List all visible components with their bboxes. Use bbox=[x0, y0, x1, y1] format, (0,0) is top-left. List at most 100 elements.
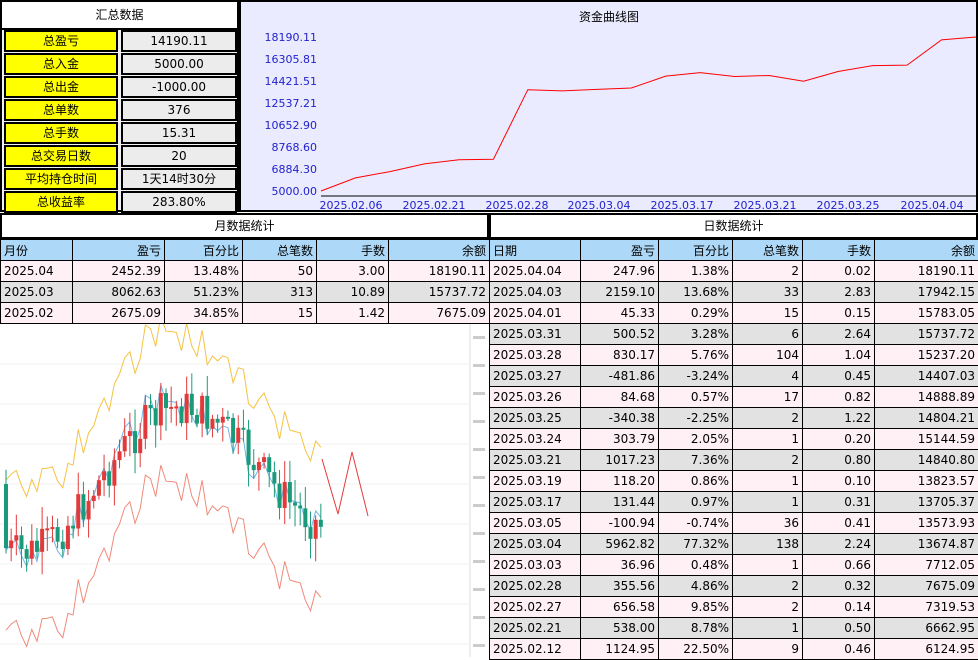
daily-cell: 2025.04.04 bbox=[490, 261, 581, 282]
table-row[interactable]: 2025.04.04247.961.38%20.0218190.11 bbox=[490, 261, 978, 282]
x-tick-label: 2025.03.21 bbox=[734, 199, 797, 210]
monthly-header-cell[interactable]: 盈亏 bbox=[73, 240, 165, 261]
candle-body bbox=[195, 415, 199, 423]
table-row[interactable]: 2025.03.28830.175.76%1041.0415237.20 bbox=[490, 345, 978, 366]
candle-body bbox=[185, 394, 189, 423]
daily-cell: 2025.03.05 bbox=[490, 513, 581, 534]
candle-body bbox=[133, 431, 137, 453]
y-tick-label: 12537.21 bbox=[265, 97, 318, 110]
monthly-header-cell[interactable]: 月份 bbox=[1, 240, 73, 261]
price-tick-mark bbox=[473, 532, 485, 535]
table-row[interactable]: 2025.04.0145.330.29%150.1515783.05 bbox=[490, 303, 978, 324]
candle-body bbox=[45, 528, 49, 530]
candle-body bbox=[190, 394, 194, 415]
daily-cell: 13.68% bbox=[659, 282, 733, 303]
monthly-cell: 10.89 bbox=[317, 282, 389, 303]
table-row[interactable]: 2025.02.27656.589.85%20.147319.53 bbox=[490, 597, 978, 618]
price-tick-mark bbox=[473, 476, 485, 479]
candle-body bbox=[314, 520, 318, 539]
candle-body bbox=[149, 405, 153, 408]
monthly-title: 月数据统计 bbox=[0, 213, 489, 239]
daily-cell: 2 bbox=[733, 261, 803, 282]
summary-label: 总入金 bbox=[4, 53, 118, 75]
candle-body bbox=[154, 408, 158, 425]
table-row[interactable]: 2025.03.24303.792.05%10.2015144.59 bbox=[490, 429, 978, 450]
candle-body bbox=[81, 494, 85, 519]
candle-body bbox=[66, 526, 70, 549]
daily-cell: 0.10 bbox=[803, 471, 875, 492]
daily-header-cell[interactable]: 盈亏 bbox=[581, 240, 659, 261]
candle-body bbox=[179, 406, 183, 423]
daily-cell: 4 bbox=[733, 366, 803, 387]
daily-cell: 2.64 bbox=[803, 324, 875, 345]
daily-cell: 2 bbox=[733, 597, 803, 618]
table-row[interactable]: 2025.03.27-481.86-3.24%40.4514407.03 bbox=[490, 366, 978, 387]
candle-body bbox=[241, 428, 245, 430]
monthly-header-cell[interactable]: 手数 bbox=[317, 240, 389, 261]
candle-body bbox=[200, 396, 204, 424]
daily-header-cell[interactable]: 日期 bbox=[490, 240, 581, 261]
summary-label: 总手数 bbox=[4, 122, 118, 144]
summary-row: 总手数15.31 bbox=[2, 122, 237, 144]
daily-cell: 2025.02.27 bbox=[490, 597, 581, 618]
daily-cell: 1 bbox=[733, 429, 803, 450]
daily-cell: 0.14 bbox=[803, 597, 875, 618]
daily-header-cell[interactable]: 百分比 bbox=[659, 240, 733, 261]
daily-cell: 247.96 bbox=[581, 261, 659, 282]
daily-cell: 1 bbox=[733, 471, 803, 492]
daily-cell: 9.85% bbox=[659, 597, 733, 618]
candle-body bbox=[267, 457, 271, 472]
daily-cell: 2.24 bbox=[803, 534, 875, 555]
table-row[interactable]: 2025.022675.0934.85%151.427675.09 bbox=[1, 303, 490, 324]
y-tick-label: 14421.51 bbox=[265, 75, 318, 88]
daily-cell: 18190.11 bbox=[875, 261, 978, 282]
y-tick-label: 8768.60 bbox=[272, 141, 318, 154]
daily-cell: 15 bbox=[733, 303, 803, 324]
summary-label: 总盈亏 bbox=[4, 30, 118, 52]
candle-body bbox=[293, 502, 297, 505]
monthly-header-cell[interactable]: 余额 bbox=[389, 240, 490, 261]
candle-body bbox=[50, 527, 54, 529]
daily-cell: -481.86 bbox=[581, 366, 659, 387]
candle-body bbox=[4, 484, 8, 548]
table-row[interactable]: 2025.03.05-100.94-0.74%360.4113573.93 bbox=[490, 513, 978, 534]
table-row[interactable]: 2025.02.21538.008.78%10.506662.95 bbox=[490, 618, 978, 639]
monthly-header-cell[interactable]: 总笔数 bbox=[243, 240, 317, 261]
table-row[interactable]: 2025.03.045962.8277.32%1382.2413674.87 bbox=[490, 534, 978, 555]
candle-body bbox=[123, 436, 127, 451]
daily-cell: 500.52 bbox=[581, 324, 659, 345]
monthly-header-cell[interactable]: 百分比 bbox=[165, 240, 243, 261]
daily-header-cell[interactable]: 总笔数 bbox=[733, 240, 803, 261]
table-row[interactable]: 2025.02.121124.9522.50%90.466124.95 bbox=[490, 639, 978, 660]
price-tick-mark bbox=[473, 560, 485, 563]
table-row[interactable]: 2025.03.0336.960.48%10.667712.05 bbox=[490, 555, 978, 576]
summary-row: 总交易日数20 bbox=[2, 145, 237, 167]
table-row[interactable]: 2025.03.2684.680.57%170.8214888.89 bbox=[490, 387, 978, 408]
table-row[interactable]: 2025.03.25-340.38-2.25%21.2214804.21 bbox=[490, 408, 978, 429]
candle-body bbox=[56, 527, 60, 542]
candle-body bbox=[102, 471, 106, 480]
summary-row: 总入金5000.00 bbox=[2, 53, 237, 75]
table-row[interactable]: 2025.03.211017.237.36%20.8014840.80 bbox=[490, 450, 978, 471]
monthly-cell: 13.48% bbox=[165, 261, 243, 282]
candle-body bbox=[159, 393, 163, 425]
daily-cell: 2 bbox=[733, 408, 803, 429]
daily-cell: 2025.03.17 bbox=[490, 492, 581, 513]
daily-cell: 2025.04.01 bbox=[490, 303, 581, 324]
candle-body bbox=[107, 471, 111, 485]
table-row[interactable]: 2025.038062.6351.23%31310.8915737.72 bbox=[1, 282, 490, 303]
daily-header-cell[interactable]: 余额 bbox=[875, 240, 978, 261]
table-row[interactable]: 2025.03.17131.440.97%10.3113705.37 bbox=[490, 492, 978, 513]
summary-label: 总出金 bbox=[4, 76, 118, 98]
daily-header-cell[interactable]: 手数 bbox=[803, 240, 875, 261]
monthly-panel: 月数据统计 月份盈亏百分比总笔数手数余额 2025.042452.3913.48… bbox=[0, 213, 489, 324]
summary-label: 平均持仓时间 bbox=[4, 168, 118, 190]
daily-cell: 355.56 bbox=[581, 576, 659, 597]
table-row[interactable]: 2025.042452.3913.48%503.0018190.11 bbox=[1, 261, 490, 282]
y-tick-label: 18190.11 bbox=[265, 31, 318, 44]
table-row[interactable]: 2025.03.31500.523.28%62.6415737.72 bbox=[490, 324, 978, 345]
table-row[interactable]: 2025.03.19118.200.86%10.1013823.57 bbox=[490, 471, 978, 492]
table-row[interactable]: 2025.02.28355.564.86%20.327675.09 bbox=[490, 576, 978, 597]
daily-cell: 33 bbox=[733, 282, 803, 303]
table-row[interactable]: 2025.04.032159.1013.68%332.8317942.15 bbox=[490, 282, 978, 303]
